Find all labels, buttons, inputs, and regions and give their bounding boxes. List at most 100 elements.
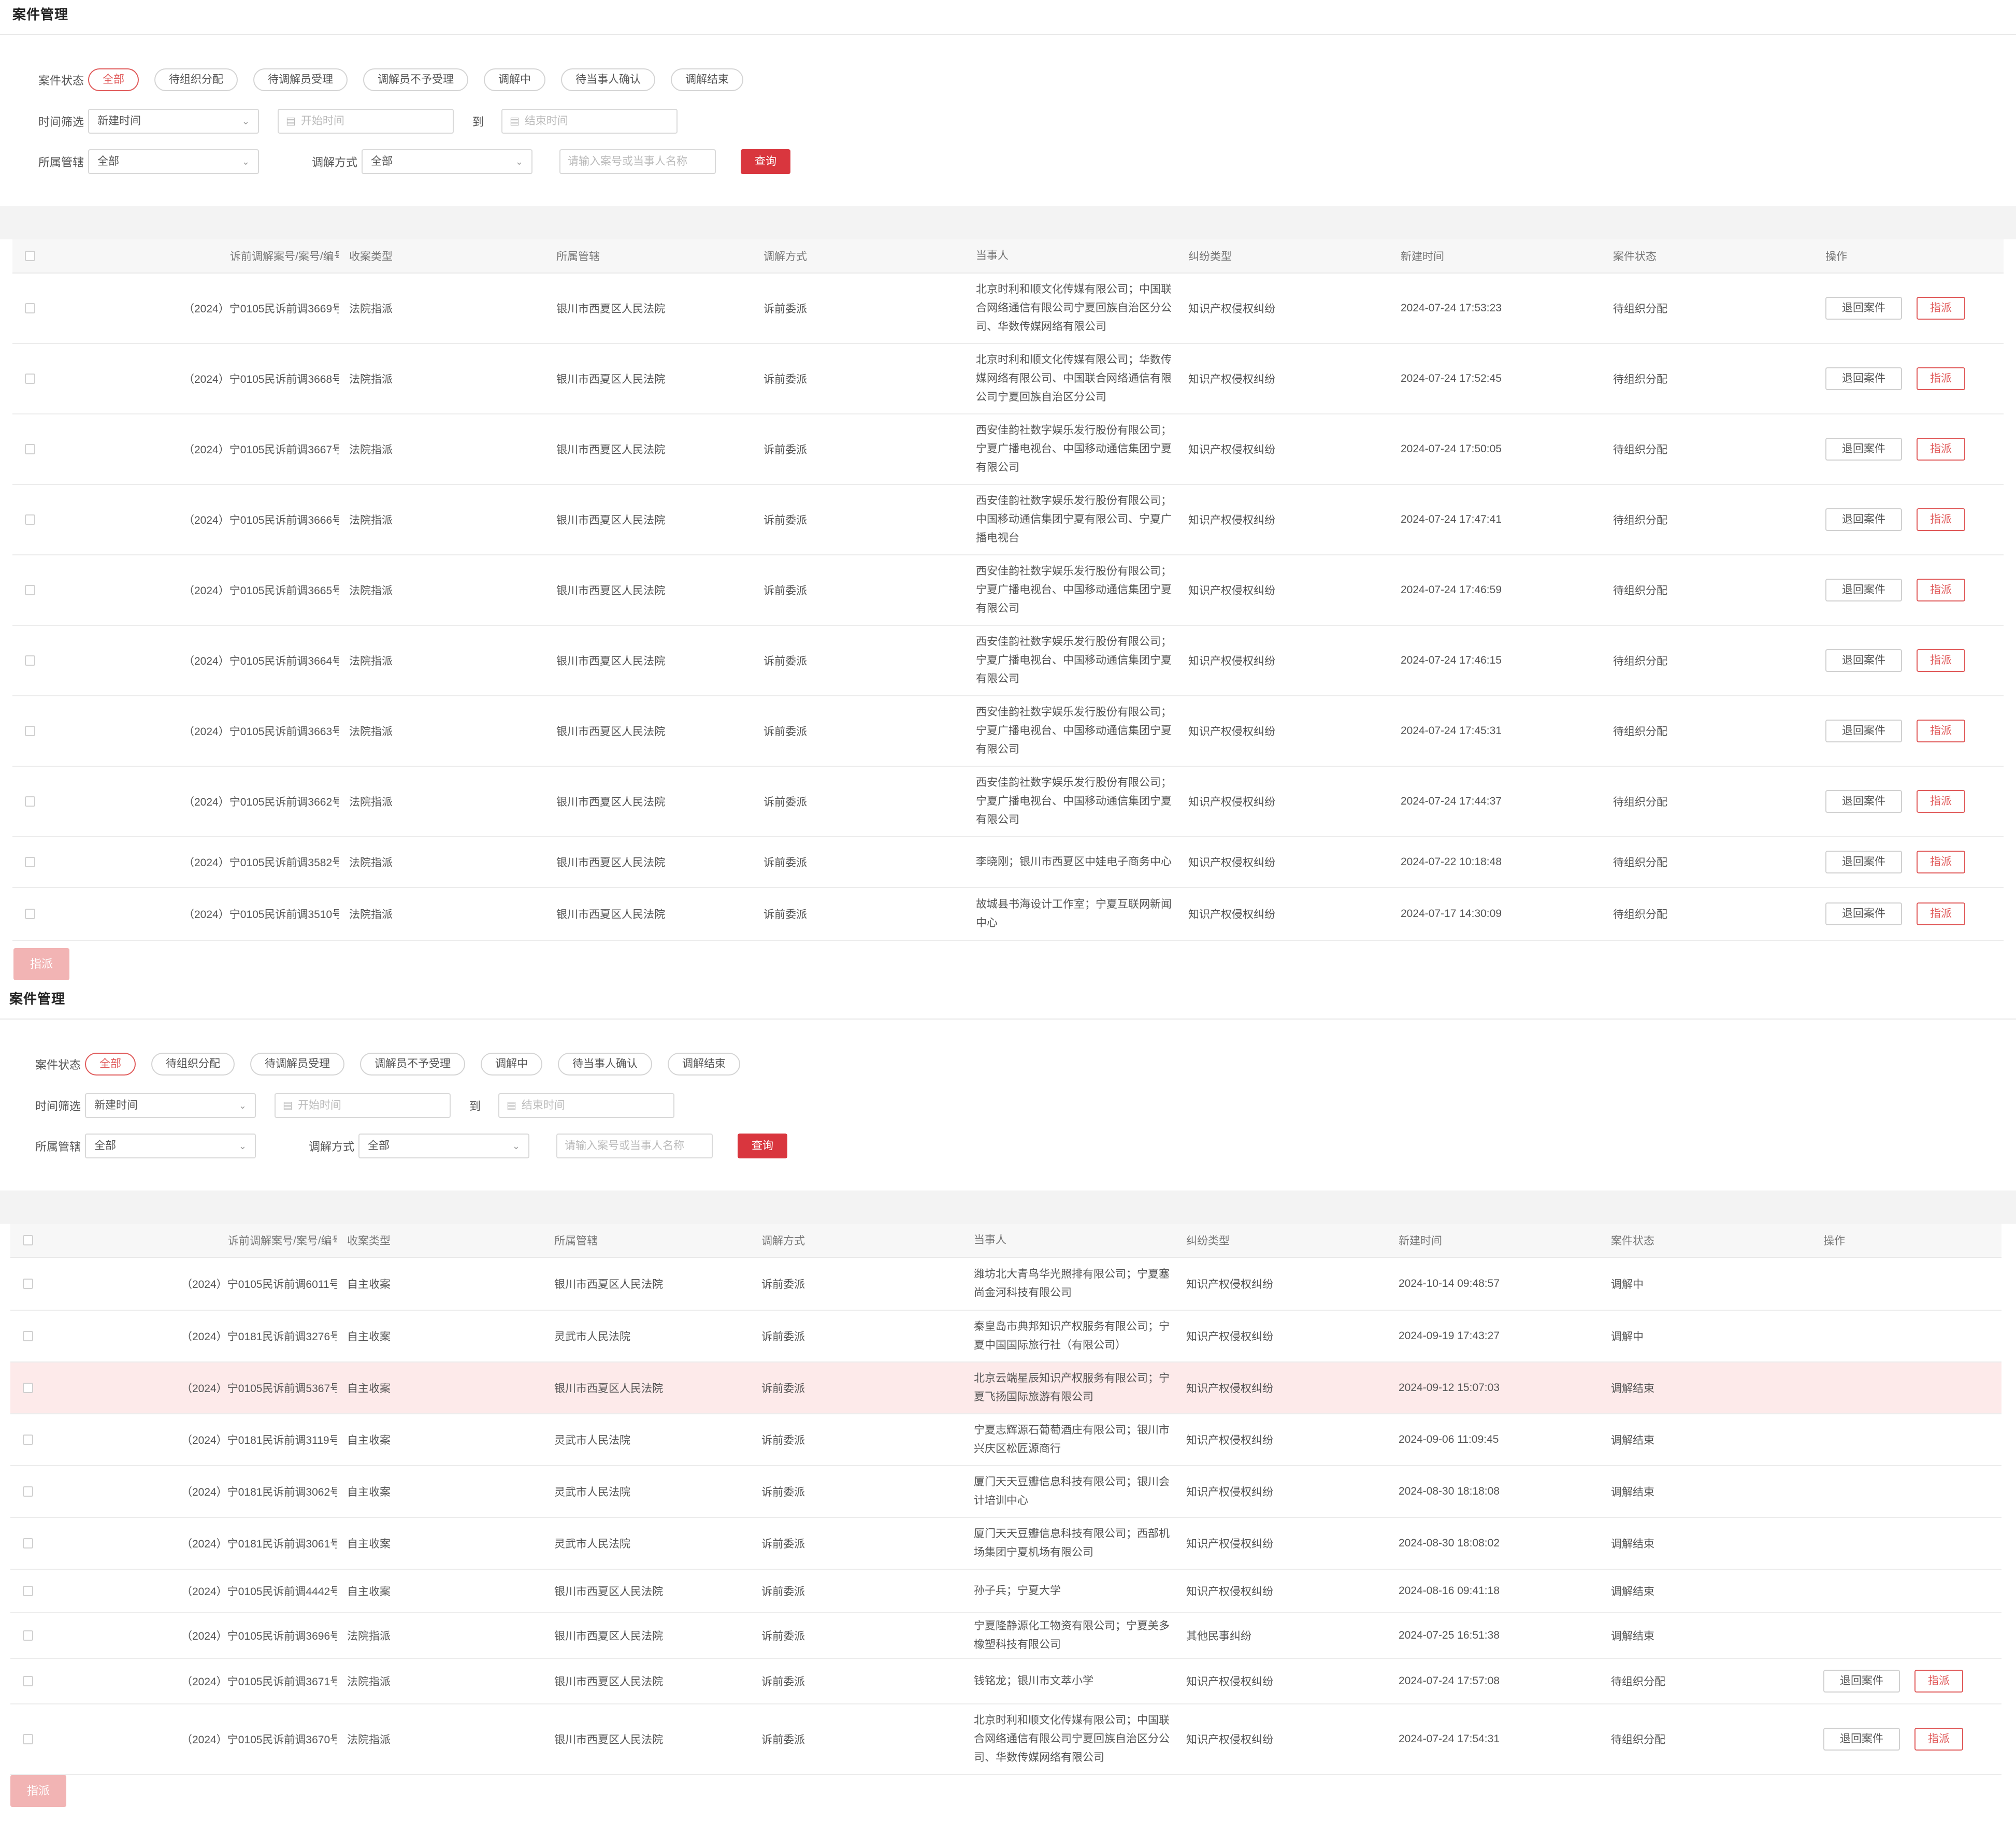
select-all-checkbox[interactable] <box>25 251 35 261</box>
method-select[interactable]: 全部 ⌄ <box>362 149 532 174</box>
batch-assign-button[interactable]: 指派 <box>10 1775 66 1807</box>
assign-button[interactable]: 指派 <box>1917 649 1965 672</box>
status-chip-ended[interactable]: 调解结束 <box>668 1053 740 1076</box>
end-date-input[interactable]: ▤ 结束时间 <box>501 109 678 134</box>
batch-assign-button[interactable]: 指派 <box>13 948 69 980</box>
search-input[interactable]: 请输入案号或当事人名称 <box>559 149 716 174</box>
assign-button[interactable]: 指派 <box>1917 367 1965 390</box>
end-date-input[interactable]: ▤ 结束时间 <box>498 1093 675 1118</box>
query-button[interactable]: 查询 <box>741 149 790 174</box>
recall-case-button[interactable]: 退回案件 <box>1825 851 1902 873</box>
recall-case-button[interactable]: 退回案件 <box>1823 1728 1900 1751</box>
recall-case-button[interactable]: 退回案件 <box>1825 790 1902 813</box>
row-checkbox[interactable] <box>23 1486 33 1497</box>
row-checkbox[interactable] <box>23 1279 33 1289</box>
status-chip-mediating[interactable]: 调解中 <box>484 68 545 91</box>
status-chip-mediator-rejected[interactable]: 调解员不予受理 <box>363 68 468 91</box>
mediation-method: 诉前委派 <box>764 303 807 315</box>
status-chip-all[interactable]: 全部 <box>85 1053 136 1076</box>
start-date-input[interactable]: ▤ 开始时间 <box>275 1093 451 1118</box>
status-chip-all[interactable]: 全部 <box>88 68 139 91</box>
created-time: 2024-07-24 17:44:37 <box>1401 795 1502 807</box>
select-all-checkbox[interactable] <box>23 1235 33 1245</box>
row-checkbox[interactable] <box>25 374 35 384</box>
row-checkbox[interactable] <box>25 909 35 919</box>
row-checkbox[interactable] <box>25 655 35 666</box>
row-checkbox[interactable] <box>23 1331 33 1341</box>
recall-case-button[interactable]: 退回案件 <box>1825 367 1902 390</box>
status-chip-pending-party[interactable]: 待当事人确认 <box>558 1053 652 1076</box>
status-chip-pending-mediator[interactable]: 待调解员受理 <box>250 1053 344 1076</box>
header-court: 所属管辖 <box>556 251 600 263</box>
row-checkbox[interactable] <box>23 1676 33 1686</box>
assign-button[interactable]: 指派 <box>1917 579 1965 601</box>
time-type-select[interactable]: 新建时间 ⌄ <box>85 1093 256 1118</box>
assign-button[interactable]: 指派 <box>1917 508 1965 531</box>
created-time: 2024-07-24 17:50:05 <box>1401 443 1502 455</box>
row-checkbox[interactable] <box>23 1435 33 1445</box>
row-actions: 退回案件 指派 <box>1823 1670 2001 1693</box>
court-select[interactable]: 全部 ⌄ <box>85 1134 256 1158</box>
search-input[interactable]: 请输入案号或当事人名称 <box>556 1134 713 1158</box>
court-name: 银川市西夏区人民法院 <box>554 1586 663 1598</box>
select-all-cell <box>10 1235 78 1245</box>
recall-case-button[interactable]: 退回案件 <box>1825 579 1902 601</box>
start-date-input[interactable]: ▤ 开始时间 <box>278 109 454 134</box>
mediation-method: 诉前委派 <box>764 796 807 808</box>
query-button[interactable]: 查询 <box>738 1134 787 1158</box>
row-checkbox[interactable] <box>23 1538 33 1548</box>
status-chip-pending-party[interactable]: 待当事人确认 <box>561 68 655 91</box>
mediation-method: 诉前委派 <box>761 1586 805 1598</box>
recall-case-button[interactable]: 退回案件 <box>1825 438 1902 461</box>
court-select[interactable]: 全部 ⌄ <box>88 149 259 174</box>
case-number: （2024）宁0105民诉前调3666号 <box>183 514 339 526</box>
row-checkbox[interactable] <box>25 726 35 736</box>
dispute-type: 知识产权侵权纠纷 <box>1186 1383 1273 1395</box>
chevron-down-icon: ⌄ <box>238 1100 247 1111</box>
row-checkbox[interactable] <box>25 303 35 313</box>
row-checkbox[interactable] <box>25 796 35 807</box>
recall-case-button[interactable]: 退回案件 <box>1825 902 1902 925</box>
recall-case-button[interactable]: 退回案件 <box>1825 720 1902 742</box>
chevron-down-icon: ⌄ <box>238 1141 247 1151</box>
time-type-select[interactable]: 新建时间 ⌄ <box>88 109 259 134</box>
status-chip-pending-org[interactable]: 待组织分配 <box>151 1053 235 1076</box>
status-chip-pending-org[interactable]: 待组织分配 <box>154 68 238 91</box>
row-select-cell <box>12 585 80 595</box>
recall-case-button[interactable]: 退回案件 <box>1825 649 1902 672</box>
assign-button[interactable]: 指派 <box>1917 720 1965 742</box>
case-status: 待组织分配 <box>1613 514 1667 526</box>
created-time: 2024-09-19 17:43:27 <box>1399 1330 1500 1342</box>
row-checkbox[interactable] <box>23 1630 33 1641</box>
row-checkbox[interactable] <box>25 514 35 525</box>
assign-button[interactable]: 指派 <box>1917 902 1965 925</box>
row-checkbox[interactable] <box>23 1383 33 1393</box>
status-chip-ended[interactable]: 调解结束 <box>671 68 743 91</box>
assign-button[interactable]: 指派 <box>1917 438 1965 461</box>
status-chip-mediating[interactable]: 调解中 <box>481 1053 542 1076</box>
row-checkbox[interactable] <box>23 1586 33 1596</box>
status-chip-mediator-rejected[interactable]: 调解员不予受理 <box>360 1053 465 1076</box>
assign-button[interactable]: 指派 <box>1917 790 1965 813</box>
assign-button[interactable]: 指派 <box>1917 851 1965 873</box>
row-checkbox[interactable] <box>25 585 35 595</box>
row-checkbox[interactable] <box>23 1734 33 1744</box>
mediation-method: 诉前委派 <box>764 585 807 597</box>
recall-case-button[interactable]: 退回案件 <box>1825 508 1902 531</box>
assign-button[interactable]: 指派 <box>1917 297 1965 320</box>
method-select[interactable]: 全部 ⌄ <box>358 1134 529 1158</box>
court-name: 银川市西夏区人民法院 <box>556 374 665 385</box>
row-checkbox[interactable] <box>25 857 35 867</box>
recall-case-button[interactable]: 退回案件 <box>1823 1670 1900 1693</box>
section-divider <box>0 206 2016 239</box>
case-number: （2024）宁0181民诉前调3062号 <box>181 1486 337 1498</box>
court-name: 银川市西夏区人民法院 <box>556 444 665 456</box>
recall-case-button[interactable]: 退回案件 <box>1825 297 1902 320</box>
status-chip-pending-mediator[interactable]: 待调解员受理 <box>253 68 348 91</box>
assign-button[interactable]: 指派 <box>1914 1670 1963 1693</box>
created-time: 2024-08-30 18:08:02 <box>1399 1537 1500 1549</box>
row-checkbox[interactable] <box>25 444 35 454</box>
assign-button[interactable]: 指派 <box>1914 1728 1963 1751</box>
search-placeholder: 请输入案号或当事人名称 <box>568 155 687 167</box>
party-names: 西安佳韵社数字娱乐发行股份有限公司；宁夏广播电视台、中国移动通信集团宁夏有限公司 <box>976 636 1172 685</box>
